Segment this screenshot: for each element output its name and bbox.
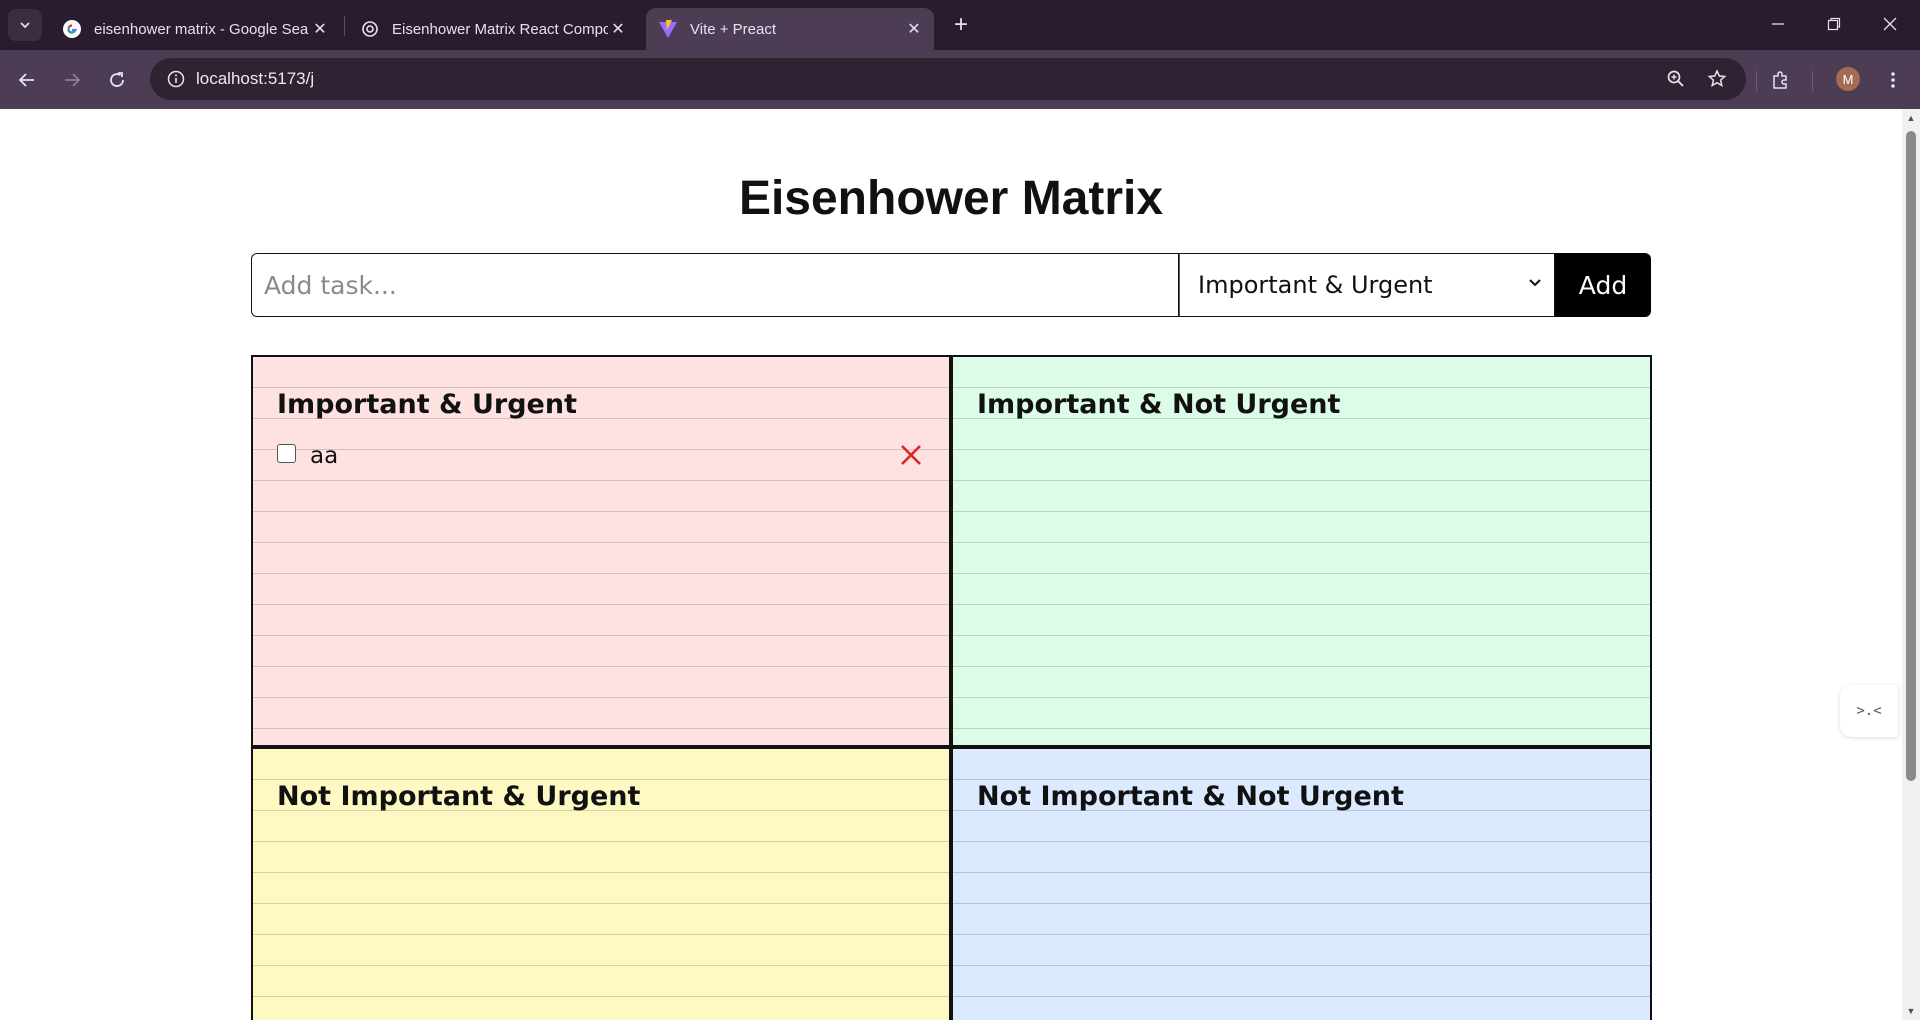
close-icon[interactable]: ✕ (310, 19, 330, 39)
more-menu-icon[interactable] (1875, 62, 1911, 98)
scroll-down-arrow-icon[interactable]: ▼ (1902, 1005, 1920, 1017)
close-icon[interactable]: ✕ (904, 19, 924, 39)
close-icon (1883, 17, 1897, 31)
quadrant-important-urgent: Important & Urgent aa (251, 355, 951, 747)
chevron-down-icon (1528, 274, 1542, 293)
page-scrollbar[interactable]: ▲ ▼ (1902, 109, 1920, 1020)
google-icon (62, 19, 82, 39)
chatgpt-icon (360, 19, 380, 39)
tab-react-component[interactable]: Eisenhower Matrix React Compo ✕ (348, 8, 638, 50)
quadrant-title: Important & Not Urgent (977, 389, 1341, 420)
scroll-up-arrow-icon[interactable]: ▲ (1902, 112, 1920, 124)
task-item: aa (277, 441, 925, 471)
close-window-button[interactable] (1862, 0, 1918, 48)
restore-button[interactable] (1806, 0, 1862, 48)
close-icon (901, 445, 921, 465)
page-title: Eisenhower Matrix (738, 172, 1164, 225)
tab-vite-preact[interactable]: Vite + Preact ✕ (646, 8, 934, 50)
tab-title: Vite + Preact (690, 20, 777, 38)
quadrant-select[interactable]: Important & Urgent (1179, 253, 1555, 317)
task-checkbox[interactable] (277, 443, 296, 463)
quadrant-not-important-not-urgent: Not Important & Not Urgent (951, 747, 1652, 1020)
quadrant-important-not-urgent: Important & Not Urgent (951, 355, 1652, 747)
site-info-icon[interactable] (162, 65, 190, 93)
toolbar-divider (1756, 71, 1757, 91)
restore-icon (1827, 17, 1841, 31)
extensions-icon[interactable] (1763, 62, 1799, 98)
avatar-initial: M (1842, 71, 1854, 87)
task-text: aa (310, 443, 339, 469)
tab-search-button[interactable] (8, 9, 42, 41)
plus-icon: + (953, 11, 968, 38)
arrow-right-icon (65, 73, 81, 87)
quadrant-not-important-urgent: Not Important & Urgent (251, 747, 951, 1020)
toolbar-divider (1812, 71, 1813, 91)
tab-google-search[interactable]: eisenhower matrix - Google Sea ✕ (50, 8, 340, 50)
arrow-left-icon (18, 73, 34, 87)
close-icon[interactable]: ✕ (608, 19, 628, 39)
tab-strip: eisenhower matrix - Google Sea ✕ Eisenho… (0, 0, 1920, 50)
quadrant-title: Not Important & Not Urgent (977, 781, 1404, 812)
back-button[interactable] (9, 62, 45, 98)
minimize-icon (1772, 23, 1784, 25)
delete-task-button[interactable] (897, 441, 925, 469)
task-list: aa (277, 441, 925, 471)
add-task-button[interactable]: Add (1555, 253, 1651, 317)
tab-separator (344, 16, 345, 36)
page-viewport: Eisenhower Matrix Important & Urgent Add… (0, 109, 1902, 1020)
tab-title: Eisenhower Matrix React Compo (392, 20, 608, 38)
bookmark-star-icon[interactable] (1703, 65, 1731, 93)
new-tab-button[interactable]: + (944, 10, 978, 40)
profile-avatar[interactable]: M (1836, 67, 1860, 91)
url-text: localhost:5173/j (196, 69, 315, 88)
tab-title: eisenhower matrix - Google Sea (94, 20, 309, 38)
forward-button[interactable] (54, 62, 90, 98)
chevron-down-icon (20, 22, 30, 29)
reload-icon (110, 72, 124, 87)
task-input[interactable] (251, 253, 1179, 317)
zoom-icon[interactable] (1662, 65, 1690, 93)
browser-toolbar: localhost:5173/j (0, 50, 1920, 109)
quadrant-title: Important & Urgent (277, 389, 577, 420)
quadrant-select-value: Important & Urgent (1198, 271, 1433, 299)
vite-icon (658, 19, 678, 39)
side-panel-widget[interactable]: >.< (1840, 685, 1898, 737)
address-bar[interactable]: localhost:5173/j (150, 58, 1746, 100)
scroll-thumb[interactable] (1906, 131, 1916, 781)
minimize-button[interactable] (1750, 0, 1806, 48)
quadrant-title: Not Important & Urgent (277, 781, 641, 812)
reload-button[interactable] (99, 62, 135, 98)
